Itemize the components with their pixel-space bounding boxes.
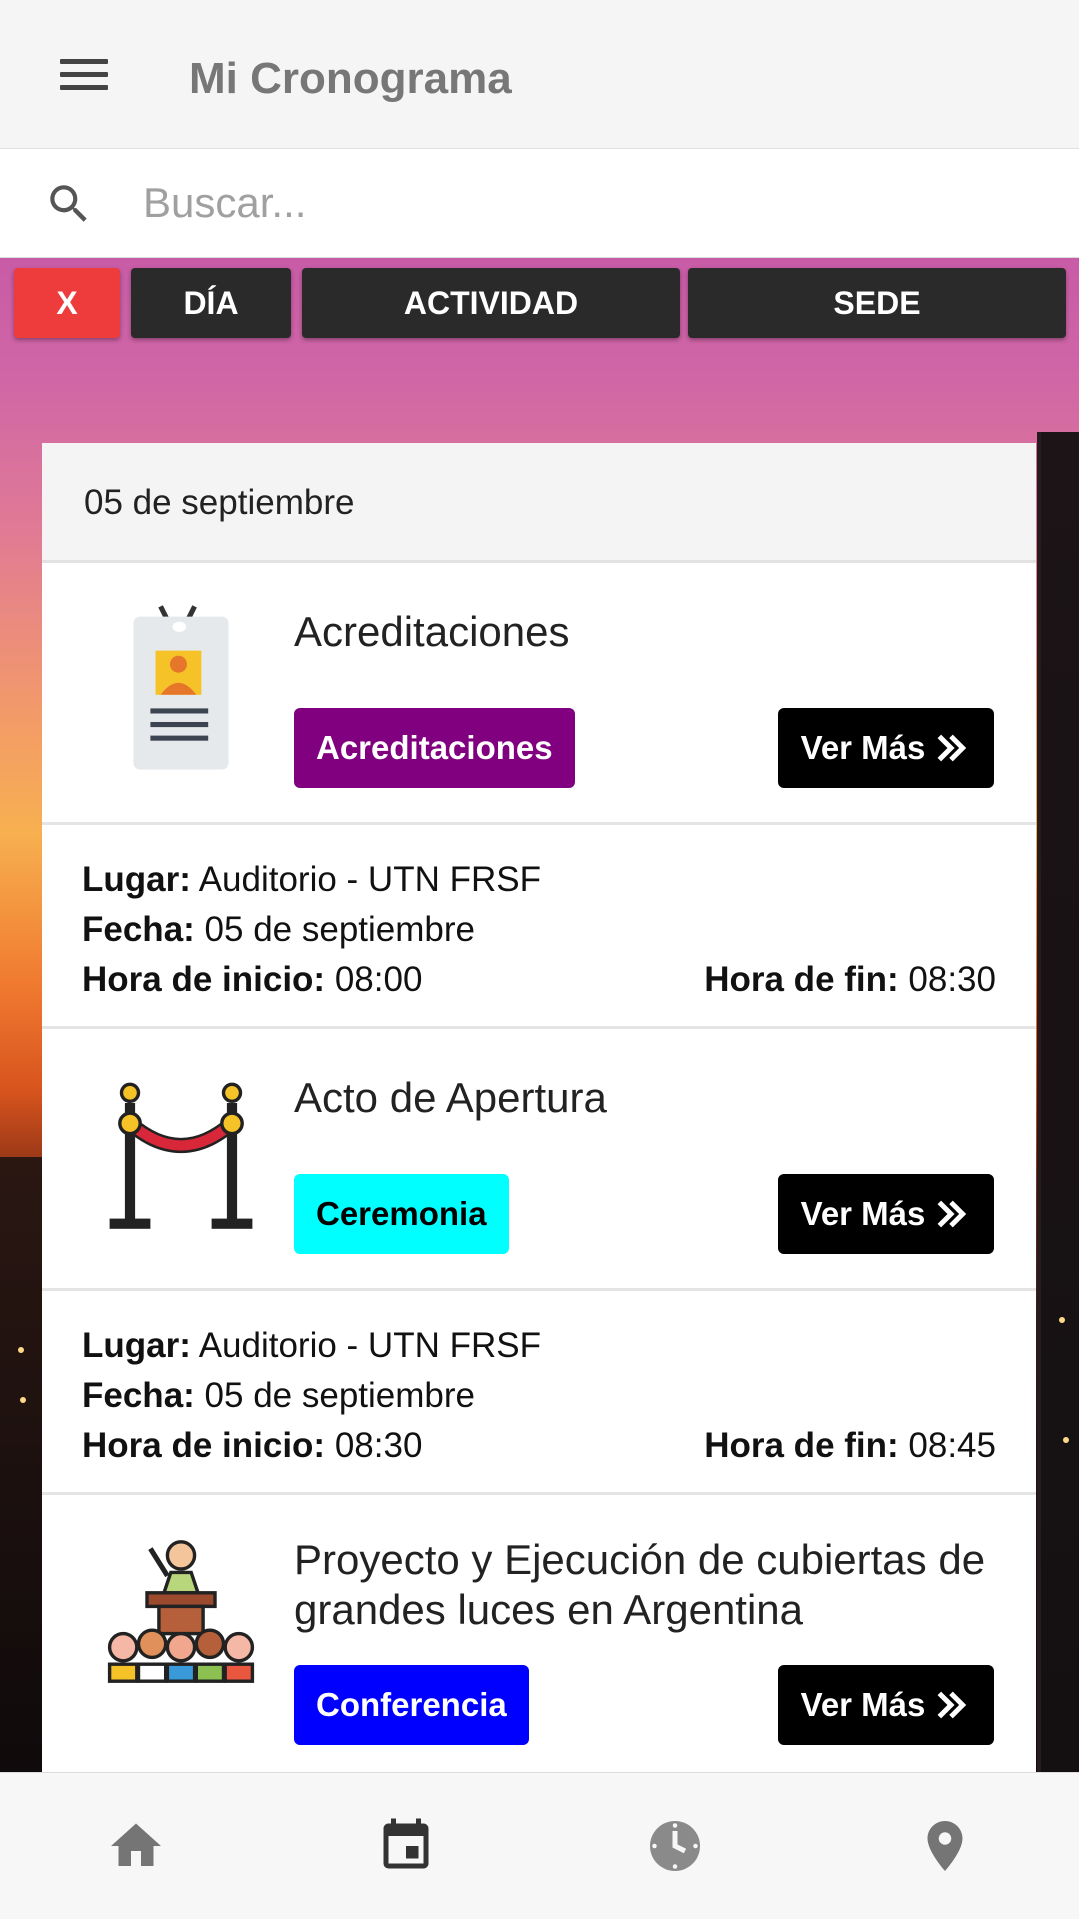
- activity-item: Acto de Apertura Ceremonia Ver Más: [42, 1029, 1036, 1291]
- background-tower: [1037, 432, 1079, 1772]
- search-icon[interactable]: [44, 179, 94, 229]
- hamburger-menu-icon[interactable]: [50, 40, 118, 108]
- rope-barrier-icon: [109, 1082, 253, 1229]
- place-value: Auditorio - UTN FRSF: [198, 860, 541, 899]
- date-value: 05 de septiembre: [204, 1376, 475, 1415]
- activity-item: Acreditaciones Acreditaciones Ver Más: [42, 563, 1036, 825]
- search-input[interactable]: [143, 171, 1043, 235]
- id-badge-icon: [133, 605, 229, 770]
- schedule-card: 05 de septiembre Acreditaciones Acredita…: [42, 443, 1036, 1772]
- background-city: [0, 1157, 45, 1772]
- background-light: [20, 1397, 26, 1403]
- place-value: Auditorio - UTN FRSF: [198, 1326, 541, 1365]
- activity-title: Proyecto y Ejecución de cubiertas de gra…: [294, 1536, 986, 1633]
- end-time-label: Hora de fin:: [704, 960, 899, 999]
- start-time-value: 08:00: [334, 960, 423, 999]
- background-light: [1063, 1437, 1069, 1443]
- see-more-button[interactable]: Ver Más: [778, 708, 994, 788]
- activity-title: Acto de Apertura: [294, 1074, 607, 1121]
- clock-icon: [650, 1821, 700, 1871]
- see-more-button[interactable]: Ver Más: [778, 1174, 994, 1254]
- speaker-audience-icon: [107, 1540, 255, 1683]
- page-title: Mi Cronograma: [189, 54, 512, 103]
- nav-schedule[interactable]: [371, 1811, 441, 1881]
- end-time-label: Hora de fin:: [704, 1426, 899, 1465]
- category-tag: Acreditaciones: [294, 708, 575, 788]
- activity-details: Lugar: Auditorio - UTN FRSF Fecha: 05 de…: [42, 1291, 1036, 1495]
- double-chevron-right-icon: [937, 1200, 967, 1228]
- day-filter-button[interactable]: DÍA: [131, 268, 291, 338]
- category-tag: Ceremonia: [294, 1174, 509, 1254]
- home-icon: [111, 1823, 161, 1866]
- date-header: 05 de septiembre: [42, 443, 1036, 563]
- start-time-label: Hora de inicio:: [82, 960, 326, 999]
- location-pin-icon: [927, 1821, 963, 1871]
- double-chevron-right-icon: [937, 734, 967, 762]
- activity-details: Lugar: Auditorio - UTN FRSF Fecha: 05 de…: [42, 825, 1036, 1029]
- nav-home[interactable]: [101, 1811, 171, 1881]
- nav-time[interactable]: [640, 1811, 710, 1881]
- venue-filter-button[interactable]: SEDE: [688, 268, 1066, 338]
- see-more-label: Ver Más: [800, 729, 926, 766]
- see-more-button[interactable]: Ver Más: [778, 1665, 994, 1745]
- place-label: Lugar:: [82, 860, 191, 899]
- date-label: Fecha:: [82, 910, 195, 949]
- app-bar: Mi Cronograma: [0, 0, 1079, 148]
- activity-filter-button[interactable]: ACTIVIDAD: [302, 268, 680, 338]
- search-bar: [0, 148, 1079, 258]
- see-more-label: Ver Más: [800, 1686, 926, 1723]
- end-time-value: 08:30: [908, 960, 996, 999]
- double-chevron-right-icon: [937, 1691, 967, 1719]
- bottom-navigation: [0, 1772, 1079, 1919]
- see-more-label: Ver Más: [800, 1195, 926, 1232]
- category-tag: Conferencia: [294, 1665, 529, 1745]
- place-label: Lugar:: [82, 1326, 191, 1365]
- activity-title: Acreditaciones: [294, 608, 570, 655]
- start-time-value: 08:30: [334, 1426, 423, 1465]
- end-time-value: 08:45: [908, 1426, 996, 1465]
- background-light: [18, 1347, 24, 1353]
- background-light: [1059, 1317, 1065, 1323]
- filter-bar: X DÍA ACTIVIDAD SEDE: [0, 258, 1079, 348]
- clear-filter-button[interactable]: X: [14, 268, 120, 338]
- date-label: Fecha:: [82, 1376, 195, 1415]
- activity-item: Proyecto y Ejecución de cubiertas de gra…: [42, 1495, 1036, 1757]
- nav-location[interactable]: [910, 1811, 980, 1881]
- date-value: 05 de septiembre: [204, 910, 475, 949]
- start-time-label: Hora de inicio:: [82, 1426, 326, 1465]
- calendar-icon: [383, 1818, 429, 1869]
